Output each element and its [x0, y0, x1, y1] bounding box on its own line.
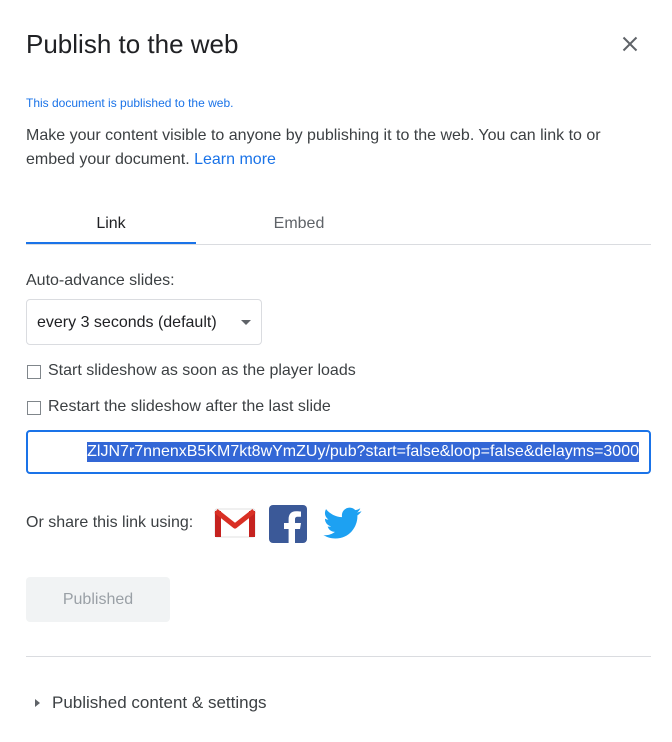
dialog-title: Publish to the web [26, 29, 239, 59]
gmail-icon [214, 508, 256, 538]
caret-right-icon [35, 699, 40, 707]
description-text: Make your content visible to anyone by p… [26, 127, 601, 168]
twitter-share-button[interactable] [322, 504, 364, 542]
learn-more-link[interactable]: Learn more [194, 151, 276, 168]
published-status: This document is published to the web. [26, 96, 234, 110]
close-icon [622, 36, 638, 52]
restart-slideshow-checkbox[interactable]: Restart the slideshow after the last sli… [26, 396, 406, 418]
description: Make your content visible to anyone by p… [26, 124, 646, 172]
publish-dialog: Publish to the web This document is publ… [0, 0, 672, 742]
divider [26, 656, 651, 657]
gmail-share-button[interactable] [214, 507, 256, 539]
published-content-settings-toggle[interactable]: Published content & settings [26, 691, 296, 715]
share-label: Or share this link using: [26, 514, 194, 531]
start-on-load-checkbox[interactable]: Start slideshow as soon as the player lo… [26, 360, 406, 382]
auto-advance-value: every 3 seconds (default) [37, 314, 217, 331]
restart-slideshow-label: Restart the slideshow after the last sli… [48, 398, 331, 415]
auto-advance-label: Auto-advance slides: [26, 272, 175, 289]
chevron-down-icon [241, 320, 251, 325]
publish-link-value[interactable]: ZlJN7r7nnenxB5KM7kt8wYmZUy/pub?start=fal… [87, 442, 639, 462]
published-content-settings-label: Published content & settings [52, 693, 267, 712]
facebook-icon [269, 505, 307, 543]
checkbox-icon[interactable] [27, 401, 41, 415]
close-button[interactable] [615, 29, 645, 59]
start-on-load-label: Start slideshow as soon as the player lo… [48, 362, 356, 379]
tab-bar: Link Embed [26, 205, 651, 245]
auto-advance-select[interactable]: every 3 seconds (default) [26, 299, 262, 345]
published-button: Published [26, 577, 170, 622]
tab-link[interactable]: Link [26, 205, 196, 244]
facebook-share-button[interactable] [269, 505, 307, 543]
tab-embed[interactable]: Embed [214, 205, 384, 242]
checkbox-icon[interactable] [27, 365, 41, 379]
publish-link-input[interactable]: ZlJN7r7nnenxB5KM7kt8wYmZUy/pub?start=fal… [26, 430, 651, 474]
twitter-icon [323, 507, 362, 539]
